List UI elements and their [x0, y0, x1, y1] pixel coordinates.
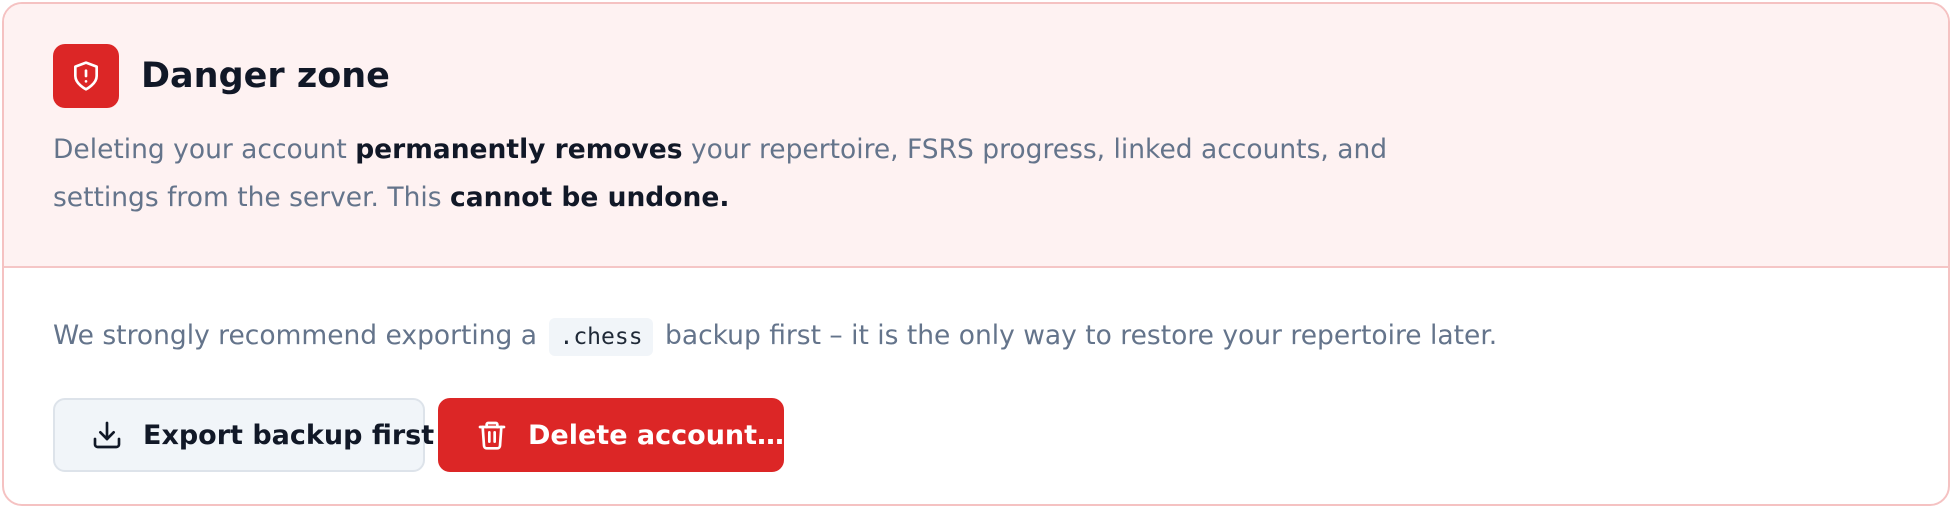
trash-icon: [476, 419, 508, 451]
danger-zone-card: Danger zone Deleting your account perman…: [2, 2, 1950, 506]
recommendation-text-before: We strongly recommend exporting a: [53, 320, 538, 351]
file-extension-code: .chess: [549, 318, 653, 356]
backup-recommendation: We strongly recommend exporting a .chess…: [53, 314, 1497, 358]
export-backup-label: Export backup first: [143, 419, 435, 451]
shield-alert-icon: [53, 44, 119, 108]
description-text-1: Deleting your account: [53, 134, 356, 165]
delete-account-label: Delete account…: [528, 419, 785, 451]
section-title: Danger zone: [141, 56, 390, 96]
delete-account-button[interactable]: Delete account…: [438, 398, 784, 472]
danger-description: Deleting your account permanently remove…: [53, 126, 1473, 222]
export-backup-button[interactable]: Export backup first: [53, 398, 434, 472]
download-icon: [91, 419, 123, 451]
description-emphasis-1: permanently removes: [355, 134, 683, 165]
recommendation-text-after: backup first – it is the only way to res…: [665, 320, 1498, 351]
danger-zone-header: Danger zone Deleting your account perman…: [4, 4, 1948, 268]
description-emphasis-2: cannot be undone.: [449, 182, 730, 213]
